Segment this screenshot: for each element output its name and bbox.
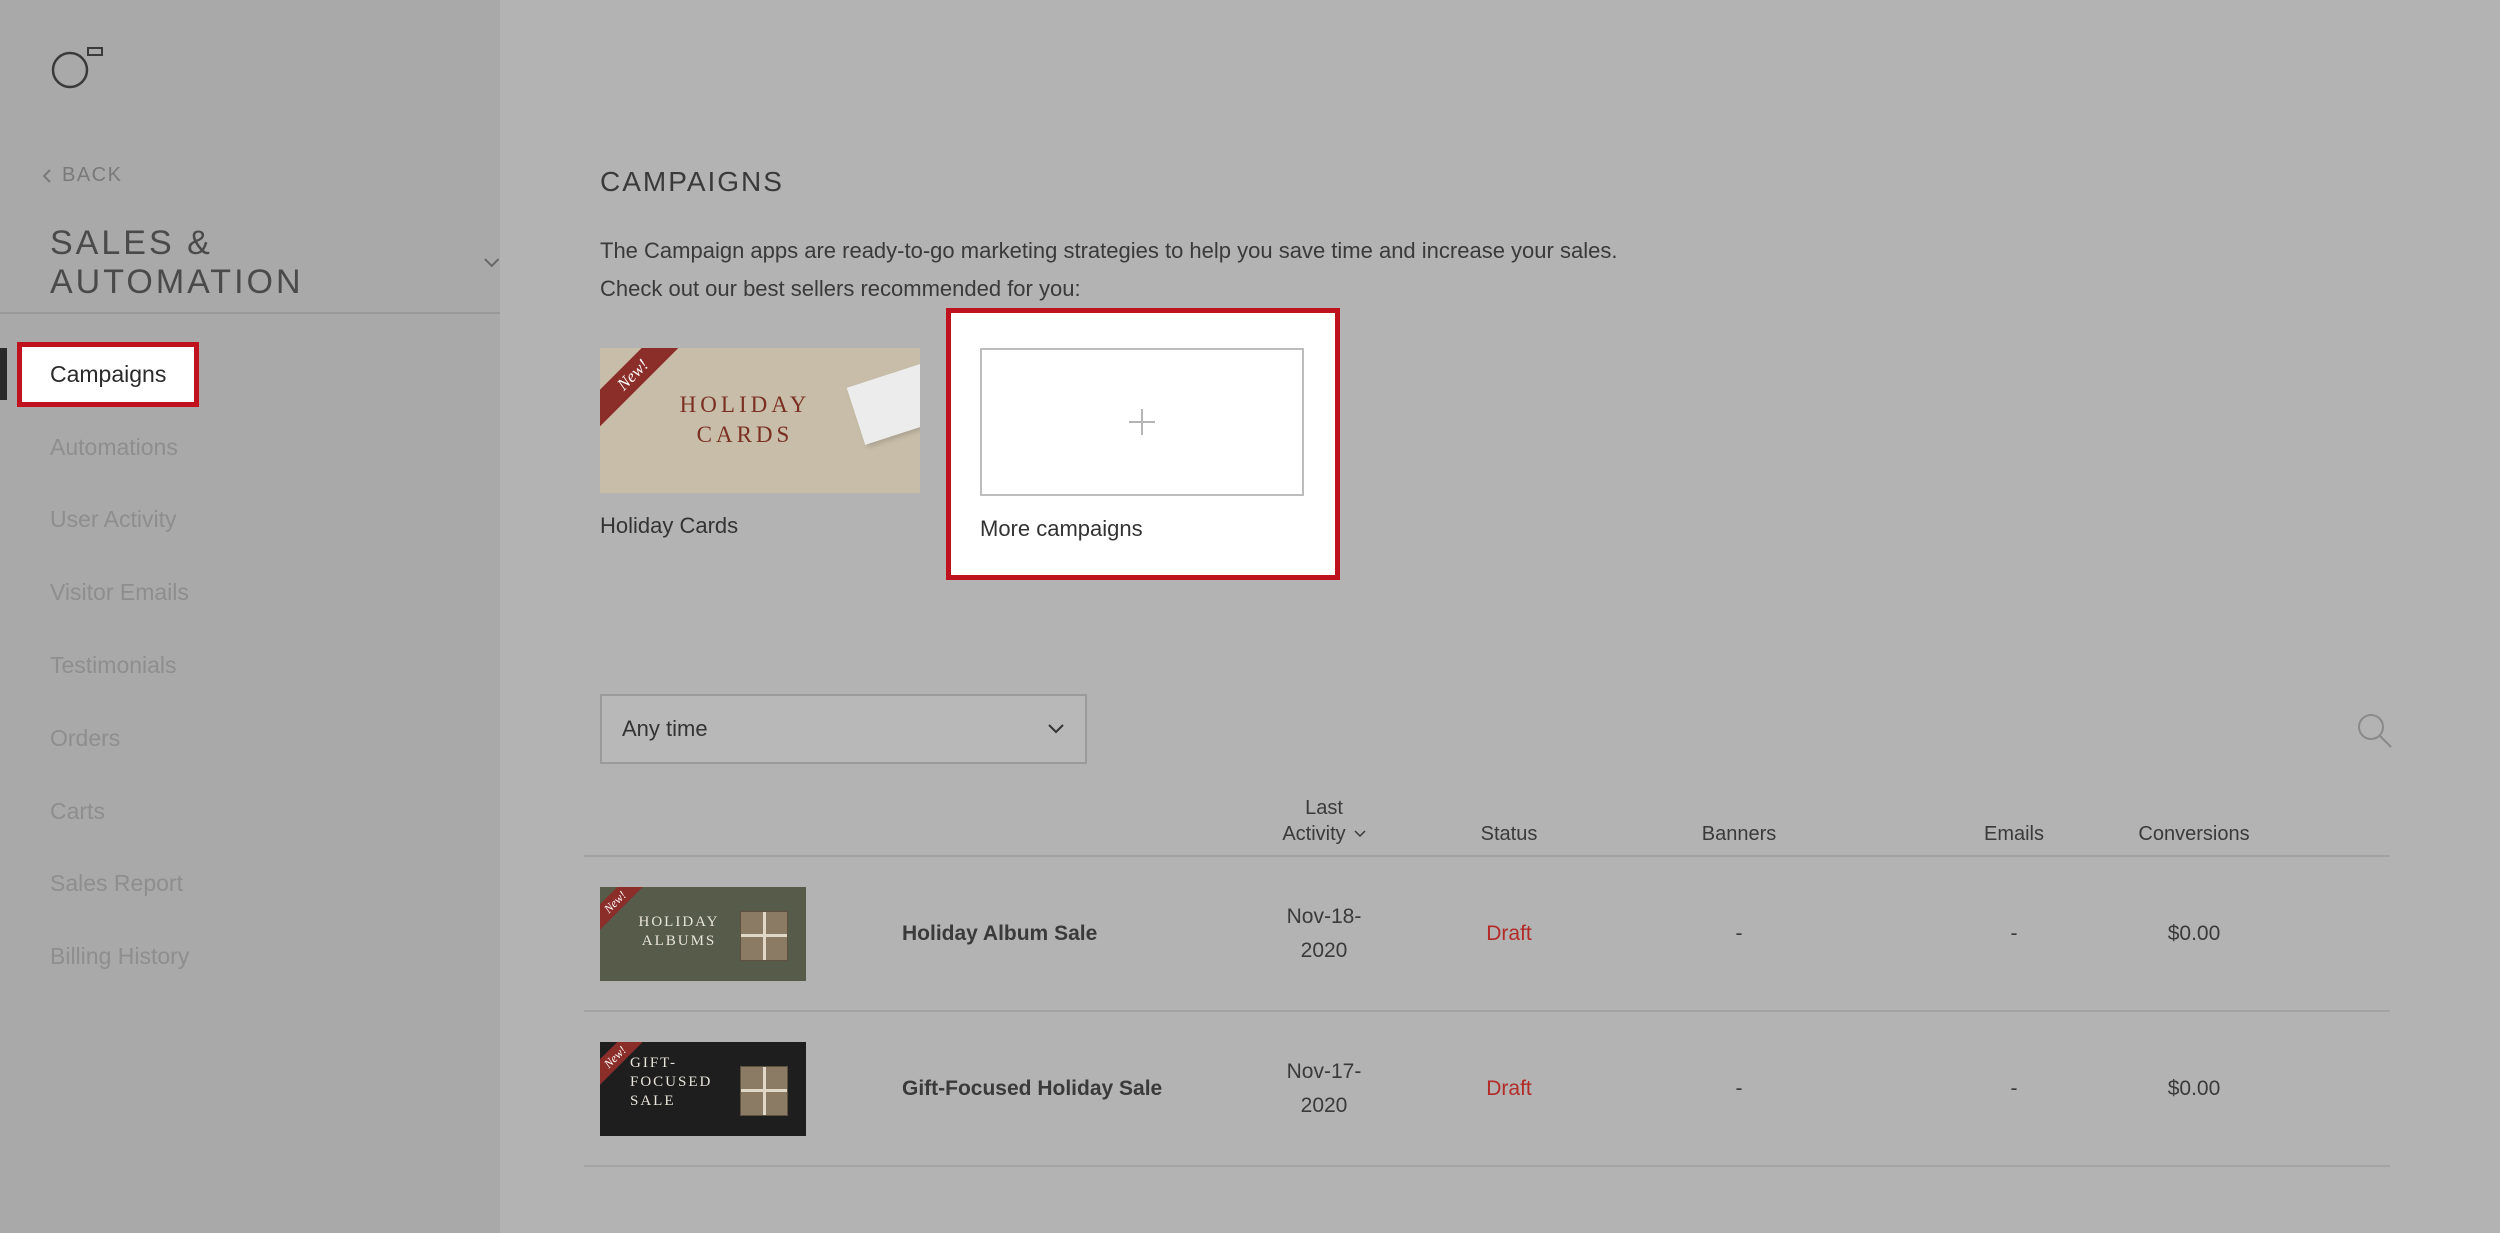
campaign-name[interactable]: Gift-Focused Holiday Sale [902, 1077, 1162, 1101]
banners-value: - [1735, 1076, 1743, 1100]
sidebar-item-orders[interactable]: Orders [0, 702, 500, 775]
column-header-emails: Emails [1983, 823, 2044, 845]
status-badge: Draft [1486, 921, 1532, 945]
thumbnail-text: HOLIDAY ALBUMS [614, 913, 744, 951]
header-text: Activity [1282, 823, 1346, 845]
holiday-cards-image-text: HOLIDAY CARDS [600, 390, 890, 450]
back-link[interactable]: BACK [42, 164, 122, 187]
campaign-tile-holiday-cards[interactable]: HOLIDAY CARDS New! Holiday Cards [600, 348, 920, 539]
sidebar: BACK SALES & AUTOMATION Campaigns Automa… [0, 0, 500, 1233]
column-header-conversions: Conversions [2138, 823, 2250, 845]
table-header: Last Activity Status Banners Emails Conv… [584, 795, 2390, 857]
logo-icon[interactable] [50, 46, 106, 92]
search-icon[interactable] [2354, 710, 2394, 750]
column-header-status: Status [1480, 823, 1538, 845]
last-activity-date: Nov-18- 2020 [1264, 900, 1384, 968]
sidebar-item-label: Sales Report [50, 870, 183, 897]
sidebar-item-carts[interactable]: Carts [0, 775, 500, 848]
campaign-thumbnail: HOLIDAY ALBUMS New! [600, 887, 806, 981]
tile-label: More campaigns [980, 516, 1143, 541]
time-filter-select[interactable]: Any time [600, 694, 1087, 764]
sidebar-item-label: Visitor Emails [50, 579, 189, 606]
chevron-down-icon [1048, 724, 1064, 734]
chevron-down-icon [1354, 830, 1366, 838]
campaign-name[interactable]: Holiday Album Sale [902, 922, 1097, 946]
sidebar-divider [0, 312, 500, 314]
thumbnail-text-line: SALE [630, 1093, 676, 1109]
intro-line: The Campaign apps are ready-to-go market… [600, 238, 1618, 263]
sidebar-item-billing-history[interactable]: Billing History [0, 920, 500, 993]
thumbnail-text-line: ALBUMS [641, 933, 717, 949]
tile-label: Holiday Cards [600, 513, 739, 538]
page-title: CAMPAIGNS [600, 166, 784, 197]
table-row[interactable]: HOLIDAY ALBUMS New! Holiday Album Sale N… [584, 857, 2390, 1012]
chevron-left-icon [42, 168, 51, 183]
thumbnail-text-line: FOCUSED [630, 1074, 713, 1090]
conversions-value: $0.00 [2167, 921, 2221, 945]
sidebar-nav: Campaigns Automations User Activity Visi… [0, 338, 500, 993]
emails-value: - [2010, 1076, 2018, 1100]
sidebar-item-visitor-emails[interactable]: Visitor Emails [0, 556, 500, 629]
conversions-value: $0.00 [2167, 1076, 2221, 1100]
holiday-cards-image: HOLIDAY CARDS New! [600, 348, 920, 493]
sidebar-item-campaigns[interactable]: Campaigns [0, 338, 500, 411]
date-line: Nov-17- [1286, 1059, 1362, 1083]
time-filter-value: Any time [622, 716, 708, 741]
sidebar-item-label: Automations [50, 433, 178, 460]
banners-value: - [1735, 921, 1743, 945]
date-line: 2020 [1300, 938, 1348, 962]
sidebar-item-user-activity[interactable]: User Activity [0, 484, 500, 557]
image-text-line: CARDS [696, 422, 794, 447]
sidebar-item-label: Orders [50, 724, 121, 751]
thumbnail-text-line: GIFT- [630, 1055, 677, 1071]
intro-text: The Campaign apps are ready-to-go market… [600, 232, 1617, 308]
header-text: Last [1305, 797, 1343, 819]
more-campaigns-box[interactable] [980, 348, 1304, 496]
thumbnail-text: GIFT- FOCUSED SALE [630, 1054, 710, 1111]
image-text-line: HOLIDAY [679, 392, 811, 417]
campaigns-table: Last Activity Status Banners Emails Conv… [584, 795, 2390, 1167]
date-line: Nov-18- [1286, 904, 1362, 928]
back-label: BACK [62, 164, 123, 186]
section-switcher[interactable]: SALES & AUTOMATION [50, 224, 500, 302]
sidebar-item-label: Carts [50, 797, 105, 824]
gift-box-image [740, 911, 788, 961]
thumbnail-text-line: HOLIDAY [638, 914, 720, 930]
plus-icon [1129, 409, 1155, 435]
main-content: CAMPAIGNS The Campaign apps are ready-to… [500, 0, 2500, 1233]
gift-box-image [740, 1066, 788, 1116]
section-title: SALES & AUTOMATION [50, 224, 304, 301]
more-campaigns-tile[interactable]: More campaigns [946, 308, 1340, 580]
sidebar-item-testimonials[interactable]: Testimonials [0, 629, 500, 702]
sidebar-item-automations[interactable]: Automations [0, 411, 500, 484]
status-badge: Draft [1486, 1076, 1532, 1100]
column-header-banners: Banners [1701, 823, 1777, 845]
date-line: 2020 [1300, 1093, 1348, 1117]
last-activity-date: Nov-17- 2020 [1264, 1055, 1384, 1123]
chevron-down-icon [483, 258, 499, 268]
emails-value: - [2010, 921, 2018, 945]
sidebar-item-label: Billing History [50, 943, 190, 970]
campaign-thumbnail: GIFT- FOCUSED SALE New! [600, 1042, 806, 1136]
header-sort: Activity [1264, 821, 1384, 847]
sidebar-item-sales-report[interactable]: Sales Report [0, 848, 500, 921]
table-row[interactable]: GIFT- FOCUSED SALE New! Gift-Focused Hol… [584, 1012, 2390, 1167]
sidebar-item-label: Testimonials [50, 652, 177, 679]
column-header-last-activity[interactable]: Last Activity [1264, 795, 1384, 847]
sidebar-item-label: User Activity [50, 506, 177, 533]
intro-line: Check out our best sellers recommended f… [600, 276, 1081, 301]
sidebar-item-label: Campaigns [16, 341, 200, 407]
